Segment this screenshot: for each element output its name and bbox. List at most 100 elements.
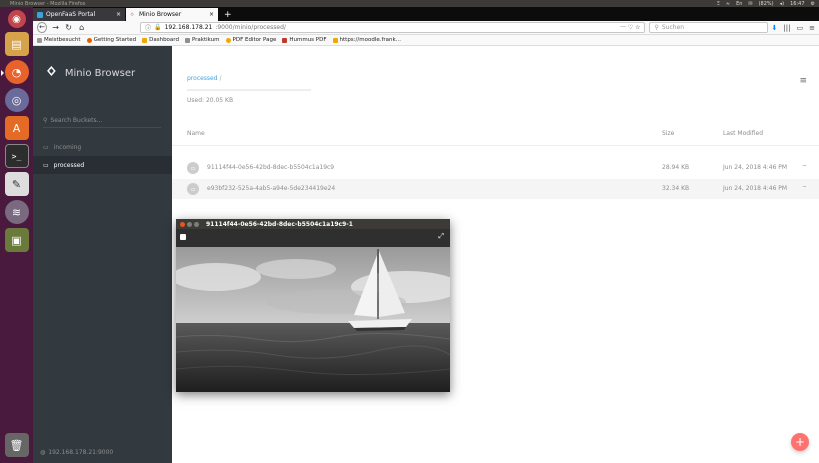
downloads-icon[interactable]: ⬇ bbox=[772, 24, 778, 32]
browser-launcher-icon[interactable]: ◎ bbox=[4, 88, 29, 112]
close-icon[interactable]: × bbox=[209, 11, 214, 18]
breadcrumb-bucket[interactable]: processed bbox=[187, 75, 218, 82]
bookmark-label: Getting Started bbox=[93, 37, 137, 43]
settings-gear-icon[interactable]: ⚙ bbox=[811, 1, 815, 7]
browser-tab-bar: OpenFaaS Portal × ᛜ Minio Browser × + bbox=[33, 7, 819, 21]
bucket-list: ▭ incoming ▭ processed bbox=[33, 138, 172, 174]
file-name[interactable]: 91114f44-0e56-42bd-8dec-b5504c1a19c9 bbox=[207, 164, 334, 171]
folder-icon bbox=[332, 37, 338, 43]
preview-titlebar[interactable]: 91114f44-0e56-42bd-8dec-b5504c1a19c9-1 bbox=[176, 219, 450, 229]
app-launcher-icon[interactable]: ▣ bbox=[4, 228, 29, 252]
home-icon[interactable]: ⌂ bbox=[77, 23, 86, 32]
table-row[interactable]: ▫ e93bf232-525a-4ab5-a94e-5de234419e24 3… bbox=[172, 179, 819, 199]
fullscreen-icon[interactable]: ⤢ bbox=[438, 232, 444, 241]
system-tray: Ξ ≈ En ✉ (82%) ◂) 16:47 ⚙ bbox=[717, 1, 819, 7]
forward-arrow-icon[interactable]: → bbox=[51, 23, 60, 32]
file-modified: Jun 24, 2018 4:46 PM bbox=[723, 164, 788, 171]
url-bar[interactable]: ⓘ 🔓 192.168.178.21 :9000/minio/processed… bbox=[140, 22, 646, 33]
bookmark-most-visited[interactable]: Meistbesucht bbox=[37, 37, 81, 43]
toolbar-icons: ⬇ ||| ▭ ≡ bbox=[772, 24, 815, 32]
bookmark-praktikum[interactable]: Praktikum bbox=[184, 37, 220, 43]
browser-nav-bar: ← → ↻ ⌂ ⓘ 🔓 192.168.178.21 :9000/minio/p… bbox=[33, 21, 819, 35]
usage-bar bbox=[187, 89, 311, 91]
bookmark-moodle[interactable]: https://moodle.frank... bbox=[332, 37, 401, 43]
table-row[interactable]: ▫ 91114f44-0e56-42bd-8dec-b5504c1a19c9 2… bbox=[172, 158, 819, 178]
firefox-icon bbox=[86, 37, 92, 43]
url-path: :9000/minio/processed/ bbox=[215, 24, 286, 31]
url-host: 192.168.178.21 bbox=[164, 24, 213, 31]
sailboat-photo bbox=[176, 247, 450, 392]
bucket-icon: ▭ bbox=[43, 143, 49, 151]
unity-launcher: ◉ ▤ ◔ ◎ A >_ ✎ ≋ ▣ 🗑 bbox=[0, 7, 33, 463]
bookmark-label: Dashboard bbox=[149, 37, 179, 43]
preview-toolbar: ⤢ bbox=[176, 229, 450, 247]
text-editor-icon[interactable]: ✎ bbox=[4, 172, 29, 196]
tab-minio[interactable]: ᛜ Minio Browser × bbox=[126, 8, 218, 21]
tab-label: Minio Browser bbox=[139, 11, 182, 18]
file-size: 32.34 KB bbox=[662, 185, 690, 192]
more-actions-icon[interactable]: ··· bbox=[802, 162, 807, 170]
bucket-search-input[interactable]: ⚲ Search Buckets... bbox=[43, 116, 161, 128]
firefox-launcher-icon[interactable]: ◔ bbox=[0, 60, 29, 84]
dropbox-icon[interactable]: Ξ bbox=[717, 1, 720, 7]
sidebar-item-incoming[interactable]: ▭ incoming bbox=[33, 138, 172, 156]
bookmark-dashboard[interactable]: Dashboard bbox=[142, 37, 179, 43]
bookmark-label: https://moodle.frank... bbox=[339, 37, 401, 43]
column-size-header[interactable]: Size bbox=[662, 130, 674, 137]
reload-icon[interactable]: ↻ bbox=[64, 23, 73, 32]
minio-bird-icon: ᛜ bbox=[46, 62, 57, 83]
library-icon[interactable]: ||| bbox=[783, 24, 790, 32]
minimize-window-button[interactable] bbox=[187, 221, 192, 227]
add-object-button[interactable]: + bbox=[791, 433, 809, 451]
sidebar-item-processed[interactable]: ▭ processed bbox=[33, 156, 172, 174]
more-actions-icon[interactable]: ··· bbox=[802, 183, 807, 191]
minio-favicon-icon: ᛜ bbox=[130, 10, 135, 19]
tab-openfaas[interactable]: OpenFaaS Portal × bbox=[33, 8, 125, 21]
file-modified: Jun 24, 2018 4:46 PM bbox=[723, 185, 788, 192]
trash-icon[interactable]: 🗑 bbox=[4, 433, 29, 457]
search-bar[interactable]: ⚲ Suchen bbox=[649, 22, 768, 33]
column-name-header[interactable]: Name bbox=[187, 130, 205, 137]
files-launcher-icon[interactable]: ▤ bbox=[4, 32, 29, 56]
image-preview-window[interactable]: 91114f44-0e56-42bd-8dec-b5504c1a19c9-1 ⤢ bbox=[176, 219, 450, 392]
page-actions-icon[interactable]: ··· ♡ ☆ bbox=[620, 24, 640, 31]
maximize-window-button[interactable] bbox=[194, 221, 199, 227]
terminal-icon[interactable]: >_ bbox=[4, 144, 29, 168]
bookmark-getting-started[interactable]: Getting Started bbox=[86, 37, 137, 43]
server-host: 192.168.178.21:9000 bbox=[48, 449, 114, 456]
bookmark-label: Hummus PDF bbox=[289, 37, 327, 43]
mail-icon[interactable]: ✉ bbox=[748, 1, 752, 7]
keyboard-layout[interactable]: En bbox=[736, 1, 742, 7]
close-icon[interactable]: × bbox=[116, 11, 121, 18]
software-center-icon[interactable]: A bbox=[4, 116, 29, 140]
bookmark-hummus-pdf[interactable]: Hummus PDF bbox=[282, 37, 327, 43]
insecure-lock-icon[interactable]: 🔓 bbox=[154, 24, 161, 31]
menu-square-icon[interactable] bbox=[180, 234, 186, 240]
bucket-label: incoming bbox=[53, 143, 82, 151]
volume-icon[interactable]: ◂) bbox=[780, 1, 784, 7]
info-icon[interactable]: ⓘ bbox=[145, 23, 151, 32]
bookmark-pdf-editor[interactable]: PDF Editor Page bbox=[225, 37, 276, 43]
hamburger-menu-icon[interactable]: ≡ bbox=[809, 24, 815, 32]
bookmark-label: Meistbesucht bbox=[44, 37, 81, 43]
page-icon bbox=[184, 37, 190, 43]
sidebar-toggle-icon[interactable]: ▭ bbox=[797, 24, 804, 32]
minio-sidebar: ᛜ Minio Browser ⚲ Search Buckets... ▭ in… bbox=[33, 46, 172, 463]
hummus-icon bbox=[282, 37, 288, 43]
search-placeholder: Search Buckets... bbox=[50, 116, 103, 124]
back-arrow-icon[interactable]: ← bbox=[37, 22, 48, 33]
network-launcher-icon[interactable]: ≋ bbox=[4, 200, 29, 224]
column-modified-header[interactable]: Last Modified bbox=[723, 130, 763, 137]
battery-indicator[interactable]: (82%) bbox=[759, 1, 774, 7]
file-icon: ▫ bbox=[187, 162, 199, 174]
new-tab-plus-icon[interactable]: + bbox=[219, 8, 237, 21]
hamburger-menu-icon[interactable]: ≡ bbox=[799, 76, 807, 86]
search-placeholder: Suchen bbox=[661, 24, 685, 31]
bucket-icon: ▭ bbox=[43, 161, 49, 169]
star-icon bbox=[225, 37, 231, 43]
dash-launcher-icon[interactable]: ◉ bbox=[7, 10, 26, 28]
file-name[interactable]: e93bf232-525a-4ab5-a94e-5de234419e24 bbox=[207, 185, 335, 192]
close-window-button[interactable] bbox=[180, 221, 185, 227]
wifi-icon[interactable]: ≈ bbox=[726, 1, 730, 7]
clock[interactable]: 16:47 bbox=[790, 1, 804, 7]
